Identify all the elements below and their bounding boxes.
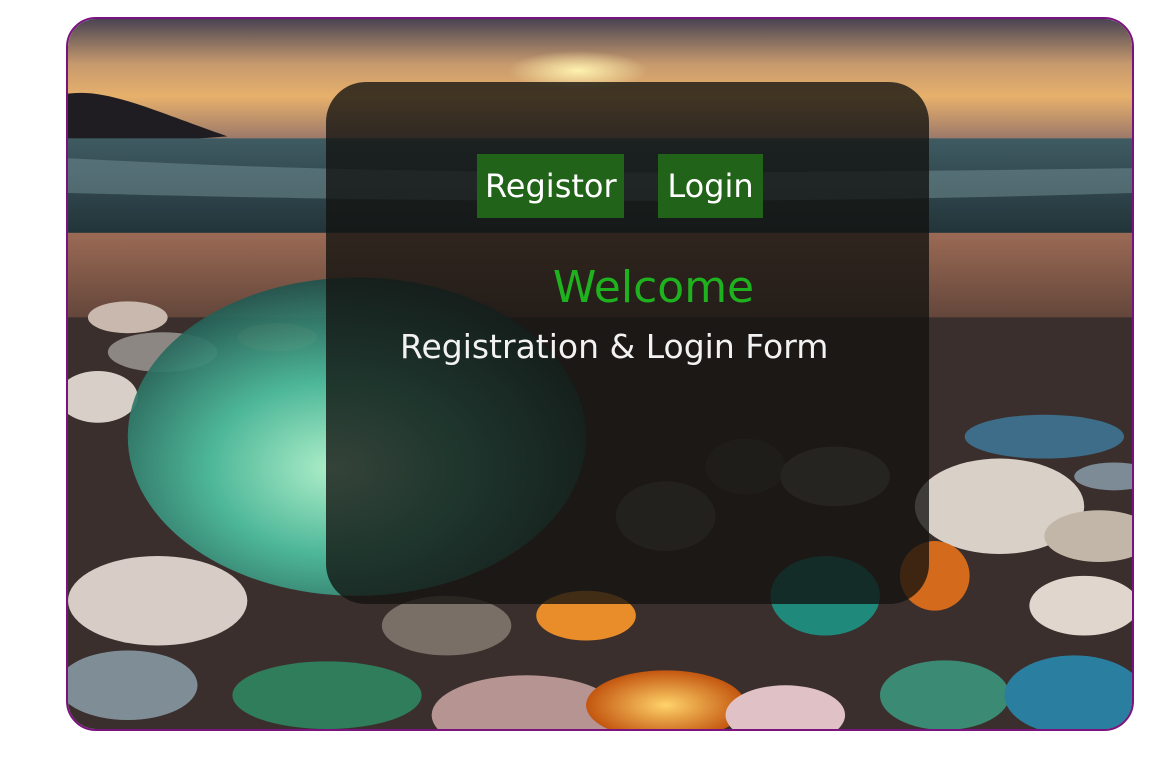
register-button[interactable]: Registor — [477, 154, 624, 218]
welcome-card: Registor Login Welcome Registration & Lo… — [326, 82, 929, 604]
form-subtitle: Registration & Login Form — [400, 327, 829, 366]
login-button[interactable]: Login — [658, 154, 763, 218]
app-frame: Registor Login Welcome Registration & Lo… — [66, 17, 1134, 731]
welcome-heading: Welcome — [552, 262, 755, 313]
